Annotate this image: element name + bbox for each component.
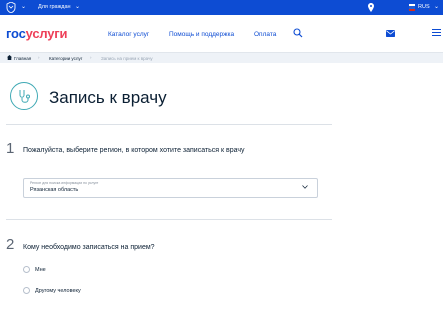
menu-icon[interactable] xyxy=(432,29,441,37)
page-title: Запись к врачу xyxy=(49,88,167,107)
location-pin-icon[interactable] xyxy=(368,3,374,12)
step-question: Кому необходимо записаться на прием? xyxy=(23,244,155,251)
russia-flag-icon xyxy=(409,4,415,11)
mail-icon[interactable] xyxy=(386,30,395,37)
top-bar: ⌄ Для граждан ⌄ RUS ⌄ xyxy=(0,0,443,15)
main-header: госуслуги Каталог услуг Помощь и поддерж… xyxy=(0,15,443,53)
chevron-down-icon[interactable]: ⌄ xyxy=(21,3,26,10)
gosuslugi-logo[interactable]: госуслуги xyxy=(6,26,68,41)
chevron-down-icon[interactable]: ⌄ xyxy=(75,3,80,10)
nav-catalog[interactable]: Каталог услуг xyxy=(108,31,149,38)
home-icon[interactable] xyxy=(7,55,12,60)
radio-label[interactable]: Другому человеку xyxy=(35,288,81,294)
radio-label[interactable]: Мне xyxy=(35,267,46,273)
language-selector[interactable]: RUS xyxy=(418,4,430,10)
radio-option-other[interactable]: Другому человеку xyxy=(23,287,123,296)
breadcrumb: Главная › Категории услуг › Запись на пр… xyxy=(0,53,443,63)
step-number: 1 xyxy=(6,140,15,157)
chevron-down-icon[interactable]: ⌄ xyxy=(434,3,439,10)
nav-payment[interactable]: Оплата xyxy=(254,31,276,38)
chevron-down-icon[interactable] xyxy=(302,185,308,189)
coat-of-arms-icon[interactable] xyxy=(6,2,16,13)
search-icon[interactable] xyxy=(293,28,303,38)
region-select[interactable]: Регион для поиска информации по услуге Р… xyxy=(23,178,318,198)
step-number: 2 xyxy=(6,236,15,253)
breadcrumb-home[interactable]: Главная xyxy=(14,56,31,61)
section-divider xyxy=(6,219,332,220)
radio-button[interactable] xyxy=(23,266,30,273)
step-question: Пожалуйста, выберите регион, в котором х… xyxy=(23,147,245,154)
radio-button[interactable] xyxy=(23,287,30,294)
breadcrumb-current: Запись на прием к врачу xyxy=(101,55,153,61)
breadcrumb-separator: › xyxy=(38,55,40,60)
citizen-selector[interactable]: Для граждан xyxy=(38,4,71,10)
nav-help[interactable]: Помощь и поддержка xyxy=(169,31,234,38)
radio-option-me[interactable]: Мне xyxy=(23,266,123,275)
select-label: Регион для поиска информации по услуге xyxy=(30,181,99,185)
select-value: Рязанская область xyxy=(30,187,79,193)
section-divider xyxy=(6,124,332,125)
breadcrumb-categories[interactable]: Категории услуг xyxy=(49,56,82,61)
breadcrumb-separator: › xyxy=(90,55,92,60)
stethoscope-icon xyxy=(10,82,38,110)
